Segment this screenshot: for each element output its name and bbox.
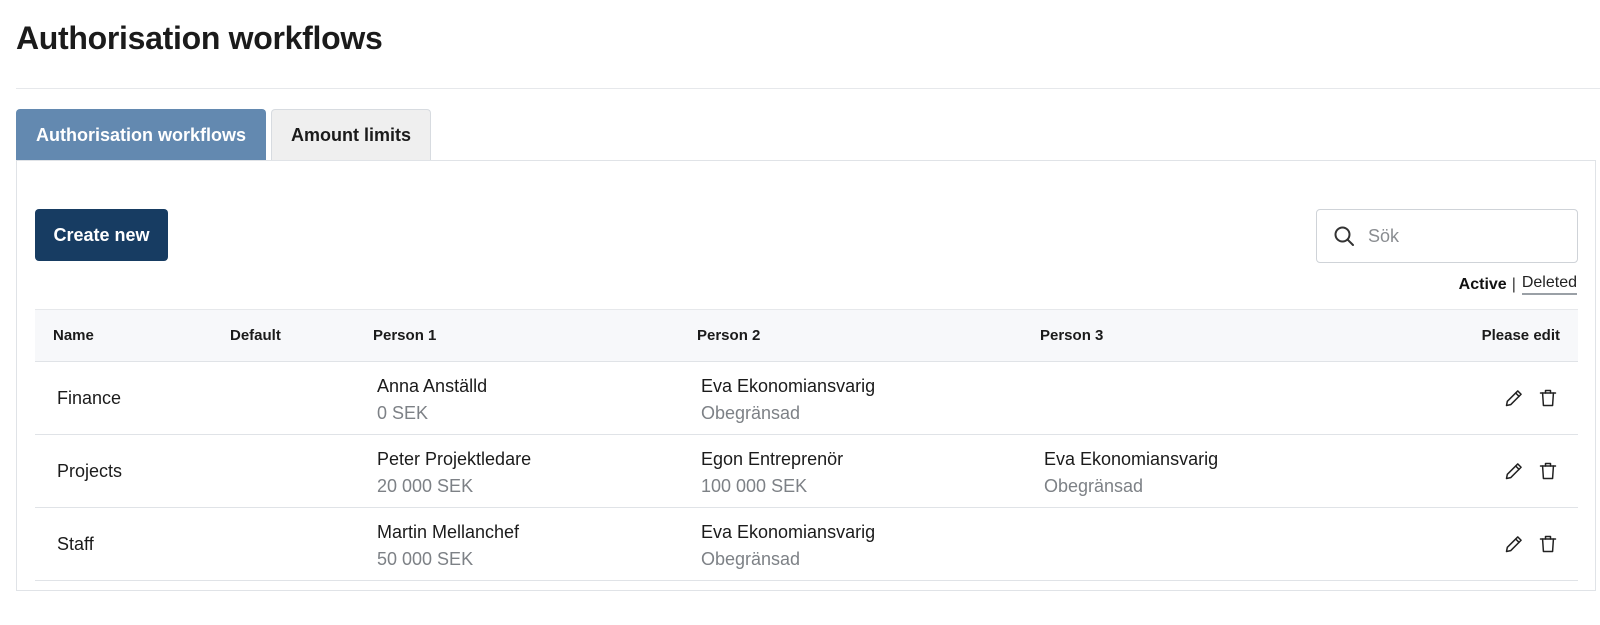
title-divider xyxy=(16,88,1600,89)
person-limit: Obegränsad xyxy=(701,549,801,569)
person-limit: Obegränsad xyxy=(1044,476,1144,496)
column-header-person-2[interactable]: Person 2 xyxy=(697,310,760,362)
person-1-cell: Anna Anställd 0 SEK xyxy=(377,373,487,427)
page-title: Authorisation workflows xyxy=(16,20,383,56)
person-name: Martin Mellanchef xyxy=(377,522,520,542)
status-filter: Active | Deleted xyxy=(1459,274,1577,295)
person-1-cell: Peter Projektledare 20 000 SEK xyxy=(377,446,531,500)
tab-amount-limits[interactable]: Amount limits xyxy=(271,109,432,161)
filter-active-link[interactable]: Active xyxy=(1459,276,1507,294)
person-limit: 0 SEK xyxy=(377,403,429,423)
create-new-button[interactable]: Create new xyxy=(35,209,168,261)
tab-bar: Authorisation workflows Amount limits xyxy=(16,109,436,161)
person-name: Eva Ekonomiansvarig xyxy=(701,376,876,396)
column-header-edit: Please edit xyxy=(1481,327,1560,344)
search-box[interactable] xyxy=(1316,209,1578,263)
person-name: Peter Projektledare xyxy=(377,449,532,469)
workflow-name: Finance xyxy=(57,388,122,408)
pencil-icon[interactable] xyxy=(1502,386,1526,410)
person-name: Egon Entreprenör xyxy=(701,449,844,469)
filter-deleted-link[interactable]: Deleted xyxy=(1521,274,1577,295)
person-2-cell: Eva Ekonomiansvarig Obegränsad xyxy=(701,373,875,427)
person-limit: Obegränsad xyxy=(701,403,801,423)
filter-separator: | xyxy=(1511,275,1516,293)
row-actions xyxy=(1492,386,1560,410)
workflows-panel: Create new Active | Deleted Name Default… xyxy=(16,160,1596,591)
tab-authorisation-workflows[interactable]: Authorisation workflows xyxy=(16,109,267,161)
person-limit: 100 000 SEK xyxy=(701,476,808,496)
table-row[interactable]: Staff Martin Mellanchef 50 000 SEK Eva E… xyxy=(35,508,1578,581)
column-header-person-3[interactable]: Person 3 xyxy=(1040,310,1103,362)
person-3-cell: Eva Ekonomiansvarig Obegränsad xyxy=(1044,446,1218,500)
search-input[interactable] xyxy=(1368,225,1558,247)
person-limit: 50 000 SEK xyxy=(377,549,474,569)
person-name: Eva Ekonomiansvarig xyxy=(1044,449,1219,469)
person-name: Anna Anställd xyxy=(377,376,488,396)
workflows-table: Name Default Person 1 Person 2 Person 3 … xyxy=(35,309,1578,581)
person-1-cell: Martin Mellanchef 50 000 SEK xyxy=(377,519,519,573)
person-name: Eva Ekonomiansvarig xyxy=(701,522,876,542)
table-row[interactable]: Projects Peter Projektledare 20 000 SEK … xyxy=(35,435,1578,508)
workflow-name: Projects xyxy=(57,461,123,481)
person-2-cell: Egon Entreprenör 100 000 SEK xyxy=(701,446,843,500)
column-header-person-1[interactable]: Person 1 xyxy=(373,310,436,362)
pencil-icon[interactable] xyxy=(1502,459,1526,483)
table-row[interactable]: Finance Anna Anställd 0 SEK Eva Ekonomia… xyxy=(35,362,1578,435)
trash-icon[interactable] xyxy=(1536,386,1560,410)
pencil-icon[interactable] xyxy=(1502,532,1526,556)
table-header: Name Default Person 1 Person 2 Person 3 … xyxy=(35,309,1578,362)
column-header-default[interactable]: Default xyxy=(230,310,281,362)
trash-icon[interactable] xyxy=(1536,532,1560,556)
column-header-name[interactable]: Name xyxy=(53,310,94,362)
row-actions xyxy=(1492,532,1560,556)
search-icon xyxy=(1333,225,1355,247)
workflow-name: Staff xyxy=(57,534,94,554)
person-limit: 20 000 SEK xyxy=(377,476,474,496)
row-actions xyxy=(1492,459,1560,483)
person-2-cell: Eva Ekonomiansvarig Obegränsad xyxy=(701,519,875,573)
trash-icon[interactable] xyxy=(1536,459,1560,483)
